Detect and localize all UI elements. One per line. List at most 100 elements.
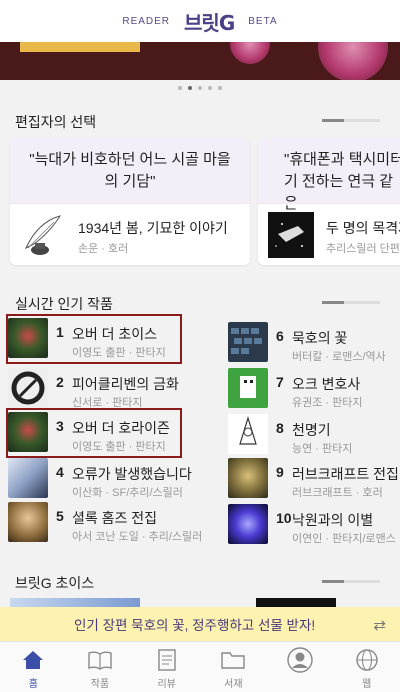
carousel-dot[interactable] bbox=[208, 86, 212, 90]
tab-label: 리뷰 bbox=[157, 679, 176, 690]
list-item[interactable]: 6 묵호의 꽃 버터칼 · 로맨스/역사 bbox=[228, 320, 400, 372]
carousel-dot[interactable] bbox=[198, 86, 202, 90]
folder-icon bbox=[220, 647, 246, 673]
rank-number: 4 bbox=[56, 464, 64, 480]
item-meta: 능연 · 판타지 bbox=[292, 443, 353, 455]
card-title: 두 명의 목격자 bbox=[326, 220, 400, 236]
popular-heading: 실시간 인기 작품 bbox=[15, 296, 113, 312]
cover-thumbnail bbox=[228, 414, 268, 454]
card-quote: "휴대폰과 택시미터기 전하는 연극 같은 bbox=[258, 137, 400, 212]
cover-thumbnail bbox=[8, 458, 48, 498]
cover-thumbnail bbox=[228, 368, 268, 408]
carousel-dot[interactable] bbox=[178, 86, 182, 90]
hero-banner-image[interactable] bbox=[0, 42, 400, 80]
item-title: 오크 변호사 bbox=[292, 376, 361, 392]
choice-card-peek[interactable] bbox=[10, 598, 140, 607]
tab-profile[interactable] bbox=[267, 642, 334, 692]
tab-library[interactable]: 서재 bbox=[200, 642, 267, 692]
item-title: 천명기 bbox=[292, 422, 331, 438]
item-title: 러브크래프트 전집 bbox=[292, 466, 399, 482]
item-meta: 러브크래프트 · 호러 bbox=[292, 487, 383, 499]
item-title: 오버 더 초이스 bbox=[72, 326, 158, 342]
carousel-dots[interactable] bbox=[0, 86, 400, 94]
cover-thumbnail bbox=[228, 322, 268, 362]
card-quote: "늑대가 비호하던 어느 시골 마을의 기담" bbox=[10, 137, 250, 203]
item-meta: 버터칼 · 로맨스/역사 bbox=[292, 351, 386, 363]
card-title: 1934년 봄, 기묘한 이야기 bbox=[78, 220, 228, 236]
popular-scroll-indicator bbox=[322, 301, 380, 304]
editors-pick-card[interactable]: "휴대폰과 택시미터기 전하는 연극 같은 두 명의 목격자 추리스릴러 단편 bbox=[258, 137, 400, 265]
refresh-icon[interactable]: ⇄ bbox=[373, 616, 386, 634]
rank-number: 8 bbox=[276, 420, 284, 436]
rank-number: 3 bbox=[56, 418, 64, 434]
cover-thumbnail bbox=[8, 368, 48, 408]
cover-thumbnail bbox=[228, 458, 268, 498]
list-item[interactable]: 1 오버 더 초이스 이영도 출판 · 판타지 bbox=[6, 314, 182, 364]
profile-icon bbox=[287, 647, 313, 673]
promo-banner[interactable]: 인기 장편 묵호의 꽃, 정주행하고 선물 받자! ⇄ bbox=[0, 607, 400, 641]
review-icon bbox=[154, 647, 180, 673]
tab-web[interactable]: 웹 bbox=[333, 642, 400, 692]
tab-label: 작품 bbox=[90, 679, 110, 690]
list-item[interactable]: 7 오크 변호사 유권조 · 판타지 bbox=[228, 366, 400, 418]
list-item[interactable]: 10 낙원과의 이별 이연인 · 판타지/로맨스 bbox=[228, 502, 400, 554]
choice-scroll-indicator bbox=[322, 580, 380, 583]
item-title: 오버 더 호라이즌 bbox=[72, 420, 170, 436]
editors-pick-card[interactable]: "늑대가 비호하던 어느 시골 마을의 기담" 1934년 봄, 기묘한 이야기… bbox=[10, 137, 250, 265]
item-meta: 이산화 · SF/추리/스릴러 bbox=[72, 487, 183, 499]
beta-label: BETA bbox=[248, 15, 278, 27]
item-meta: 이영도 출판 · 판타지 bbox=[72, 347, 166, 359]
card-info: 두 명의 목격자 추리스릴러 단편 bbox=[258, 203, 400, 265]
globe-icon bbox=[354, 647, 380, 673]
bottom-tab-bar: 홈 작품 리뷰 서재 웹 bbox=[0, 641, 400, 692]
item-meta: 아서 코난 도일 · 추리/스릴러 bbox=[72, 531, 203, 543]
app-header: READER 브릿G BETA bbox=[0, 0, 400, 42]
editors-pick-heading: 편집자의 선택 bbox=[15, 114, 97, 130]
tab-works[interactable]: 작품 bbox=[67, 642, 134, 692]
item-title: 낙원과의 이별 bbox=[292, 512, 374, 528]
rank-number: 7 bbox=[276, 374, 284, 390]
rank-number: 6 bbox=[276, 328, 284, 344]
tab-label: 서재 bbox=[224, 679, 243, 690]
list-item[interactable]: 3 오버 더 호라이즌 이영도 출판 · 판타지 bbox=[6, 408, 182, 458]
hero-stripe bbox=[20, 42, 140, 52]
tab-review[interactable]: 리뷰 bbox=[133, 642, 200, 692]
quill-ink-icon bbox=[20, 212, 66, 258]
reader-label: READER bbox=[122, 15, 171, 27]
item-meta: 유권조 · 판타지 bbox=[292, 397, 363, 409]
card-meta: 추리스릴러 단편 bbox=[326, 243, 400, 255]
card-meta: 손운 · 호러 bbox=[78, 243, 129, 255]
book-icon bbox=[87, 647, 113, 673]
editors-pick-scroll-indicator bbox=[322, 119, 380, 122]
tab-home[interactable]: 홈 bbox=[0, 642, 67, 692]
item-title: 묵호의 꽃 bbox=[292, 330, 348, 346]
cover-thumbnail bbox=[8, 502, 48, 542]
rank-number: 5 bbox=[56, 508, 64, 524]
item-title: 셜록 홈즈 전집 bbox=[72, 510, 158, 526]
choice-card-peek[interactable] bbox=[256, 598, 336, 607]
rank-number: 10 bbox=[276, 510, 292, 526]
app-logo[interactable]: 브릿G bbox=[184, 7, 235, 36]
cover-thumbnail bbox=[268, 212, 314, 258]
list-item[interactable]: 5 셜록 홈즈 전집 아서 코난 도일 · 추리/스릴러 bbox=[8, 500, 208, 552]
home-icon bbox=[20, 647, 46, 673]
item-title: 오류가 발생했습니다 bbox=[72, 466, 192, 482]
rank-number: 2 bbox=[56, 374, 64, 390]
flower-decoration bbox=[318, 42, 388, 80]
item-title: 피어클리벤의 금화 bbox=[72, 376, 179, 392]
rank-number: 1 bbox=[56, 324, 64, 340]
choice-heading: 브릿G 초이스 bbox=[15, 575, 95, 591]
card-info: 1934년 봄, 기묘한 이야기 손운 · 호러 bbox=[10, 203, 250, 265]
cover-thumbnail bbox=[8, 412, 48, 452]
carousel-dot-active[interactable] bbox=[188, 86, 192, 90]
item-meta: 이영도 출판 · 판타지 bbox=[72, 441, 166, 453]
cover-thumbnail bbox=[228, 504, 268, 544]
tab-label: 웹 bbox=[362, 679, 372, 690]
list-item[interactable]: 9 러브크래프트 전집 러브크래프트 · 호러 bbox=[228, 456, 400, 508]
item-meta: 이연인 · 판타지/로맨스 bbox=[292, 533, 396, 545]
cover-thumbnail bbox=[8, 318, 48, 358]
flower-decoration bbox=[230, 42, 270, 64]
promo-text: 인기 장편 묵호의 꽃, 정주행하고 선물 받자! bbox=[74, 618, 316, 633]
rank-number: 9 bbox=[276, 464, 284, 480]
carousel-dot[interactable] bbox=[218, 86, 222, 90]
